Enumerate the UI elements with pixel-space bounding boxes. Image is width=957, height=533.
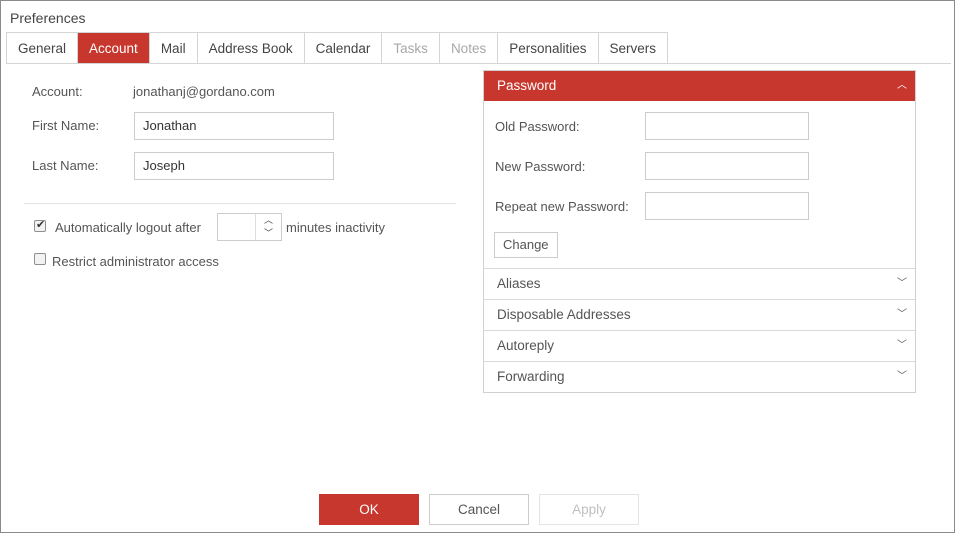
chevron-down-icon: ﹀ — [897, 309, 907, 320]
password-panel-header[interactable]: Password ︿ — [484, 71, 915, 101]
chevron-down-icon: ﹀ — [897, 278, 907, 289]
repeat-password-label: Repeat new Password: — [495, 199, 629, 214]
logout-minutes-stepper[interactable]: ︿ ﹀ — [217, 213, 282, 241]
accordion-item-label: Autoreply — [497, 338, 555, 353]
chevron-down-icon: ﹀ — [897, 371, 907, 382]
cancel-button[interactable]: Cancel — [429, 494, 529, 525]
stepper-down-icon[interactable]: ﹀ — [256, 227, 281, 240]
tab-bar: General Account Mail Address Book Calend… — [6, 32, 669, 64]
auto-logout-checkbox[interactable]: ✔ — [34, 219, 46, 232]
tab-account[interactable]: Account — [78, 33, 150, 64]
auto-logout-suffix: minutes inactivity — [286, 220, 385, 235]
auto-logout-label: Automatically logout after — [55, 220, 201, 235]
repeat-password-field[interactable] — [645, 192, 809, 220]
change-password-button[interactable]: Change — [494, 232, 558, 258]
tab-mail[interactable]: Mail — [150, 33, 198, 64]
security-accordion: Password ︿ Old Password: New Password: R… — [483, 70, 916, 393]
tab-calendar[interactable]: Calendar — [305, 33, 383, 64]
accordion-item-autoreply[interactable]: Autoreply ﹀ — [484, 330, 915, 361]
section-divider — [24, 203, 456, 204]
dialog-title: Preferences — [10, 10, 86, 26]
accordion-item-label: Aliases — [497, 276, 541, 291]
tab-general[interactable]: General — [7, 33, 79, 64]
accordion-item-aliases[interactable]: Aliases ﹀ — [484, 268, 915, 299]
restrict-admin-checkbox[interactable] — [34, 253, 46, 265]
tab-personalities[interactable]: Personalities — [498, 33, 599, 64]
tab-divider — [6, 63, 951, 64]
restrict-admin-label: Restrict administrator access — [52, 254, 219, 269]
ok-button[interactable]: OK — [319, 494, 419, 525]
apply-button: Apply — [539, 494, 639, 525]
old-password-field[interactable] — [645, 112, 809, 140]
chevron-up-icon: ︿ — [897, 80, 907, 91]
account-label: Account: — [32, 84, 83, 99]
password-panel-title: Password — [497, 78, 557, 93]
accordion-item-disposable-addresses[interactable]: Disposable Addresses ﹀ — [484, 299, 915, 330]
preferences-dialog: Preferences General Account Mail Address… — [0, 0, 955, 533]
tab-notes: Notes — [440, 33, 499, 64]
last-name-field[interactable]: Joseph — [134, 152, 334, 180]
chevron-down-icon: ﹀ — [897, 340, 907, 351]
accordion-item-forwarding[interactable]: Forwarding ﹀ — [484, 361, 915, 392]
tab-tasks: Tasks — [382, 33, 440, 64]
old-password-label: Old Password: — [495, 119, 580, 134]
checkmark-icon: ✔ — [36, 219, 46, 231]
tab-address-book[interactable]: Address Book — [198, 33, 305, 64]
new-password-label: New Password: — [495, 159, 586, 174]
stepper-buttons: ︿ ﹀ — [255, 214, 281, 240]
tab-servers[interactable]: Servers — [599, 33, 668, 64]
first-name-field[interactable]: Jonathan — [134, 112, 334, 140]
new-password-field[interactable] — [645, 152, 809, 180]
first-name-label: First Name: — [32, 118, 100, 133]
account-email: jonathanj@gordano.com — [133, 84, 275, 99]
accordion-item-label: Forwarding — [497, 369, 565, 384]
accordion-item-label: Disposable Addresses — [497, 307, 631, 322]
last-name-label: Last Name: — [32, 158, 99, 173]
stepper-up-icon[interactable]: ︿ — [256, 214, 281, 227]
